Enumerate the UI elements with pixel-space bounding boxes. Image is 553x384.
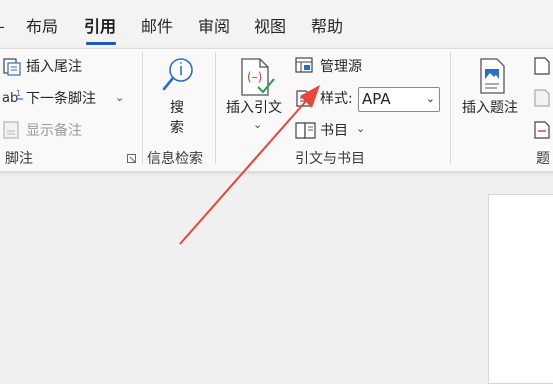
tab-references[interactable]: 引用 bbox=[84, 16, 116, 38]
show-notes-button[interactable]: 显示备注 bbox=[26, 121, 82, 141]
tab-mailings[interactable]: 邮件 bbox=[141, 16, 173, 38]
chevron-down-icon[interactable]: ⌄ bbox=[253, 118, 262, 131]
ribbon-tab-bar: — 布局 引用 邮件 审阅 视图 帮助 bbox=[0, 0, 553, 48]
svg-text:1: 1 bbox=[16, 89, 21, 98]
tab-review[interactable]: 审阅 bbox=[198, 16, 230, 38]
tab-partial-left[interactable]: — bbox=[0, 16, 4, 38]
chevron-down-icon: ⌄ bbox=[425, 92, 435, 105]
style-icon bbox=[296, 90, 311, 107]
manage-sources-button[interactable]: 管理源 bbox=[320, 57, 362, 77]
tab-help[interactable]: 帮助 bbox=[311, 16, 343, 38]
tab-view[interactable]: 视图 bbox=[254, 16, 286, 38]
citations-group-label: 引文与书目 bbox=[295, 151, 365, 167]
group-divider bbox=[215, 52, 216, 164]
update-table-icon bbox=[534, 89, 550, 107]
style-label: 样式: bbox=[320, 91, 353, 107]
cross-reference-icon bbox=[534, 121, 550, 139]
chevron-down-icon[interactable]: ⌄ bbox=[356, 122, 365, 135]
footnotes-group-label: 脚注 bbox=[5, 151, 33, 167]
insert-caption-icon bbox=[480, 58, 505, 94]
bibliography-icon bbox=[295, 122, 316, 139]
captions-group-label: 题 bbox=[536, 151, 550, 167]
research-group-label: 信息检索 bbox=[147, 151, 203, 167]
bibliography-button[interactable]: 书目 bbox=[320, 121, 348, 141]
next-footnote-icon: ab 1 bbox=[2, 89, 23, 106]
insert-table-of-figures-icon bbox=[534, 57, 550, 75]
dialog-launcher-icon[interactable] bbox=[127, 154, 137, 164]
search-button-line1[interactable]: 搜 bbox=[170, 98, 184, 118]
chevron-down-icon[interactable]: ⌄ bbox=[115, 91, 124, 104]
insert-caption-button[interactable]: 插入题注 bbox=[462, 98, 518, 118]
manage-sources-icon bbox=[295, 57, 313, 73]
insert-citation-button[interactable]: 插入引文 bbox=[226, 98, 282, 118]
show-notes-icon bbox=[3, 121, 19, 139]
insert-endnote-icon bbox=[3, 58, 21, 76]
insert-endnote-button[interactable]: 插入尾注 bbox=[26, 57, 82, 77]
tab-layout[interactable]: 布局 bbox=[26, 16, 58, 38]
search-button-line2[interactable]: 索 bbox=[170, 118, 184, 138]
group-divider bbox=[142, 52, 143, 164]
svg-text:(–): (–) bbox=[247, 70, 262, 84]
search-icon bbox=[162, 58, 193, 91]
style-select[interactable]: APA ⌄ bbox=[358, 87, 440, 112]
active-tab-indicator bbox=[86, 42, 116, 45]
group-divider bbox=[450, 52, 451, 164]
document-page[interactable] bbox=[488, 194, 553, 384]
insert-citation-icon: (–) bbox=[241, 58, 275, 96]
next-footnote-button[interactable]: 下一条脚注 bbox=[26, 89, 96, 109]
style-select-value: APA bbox=[362, 90, 391, 108]
